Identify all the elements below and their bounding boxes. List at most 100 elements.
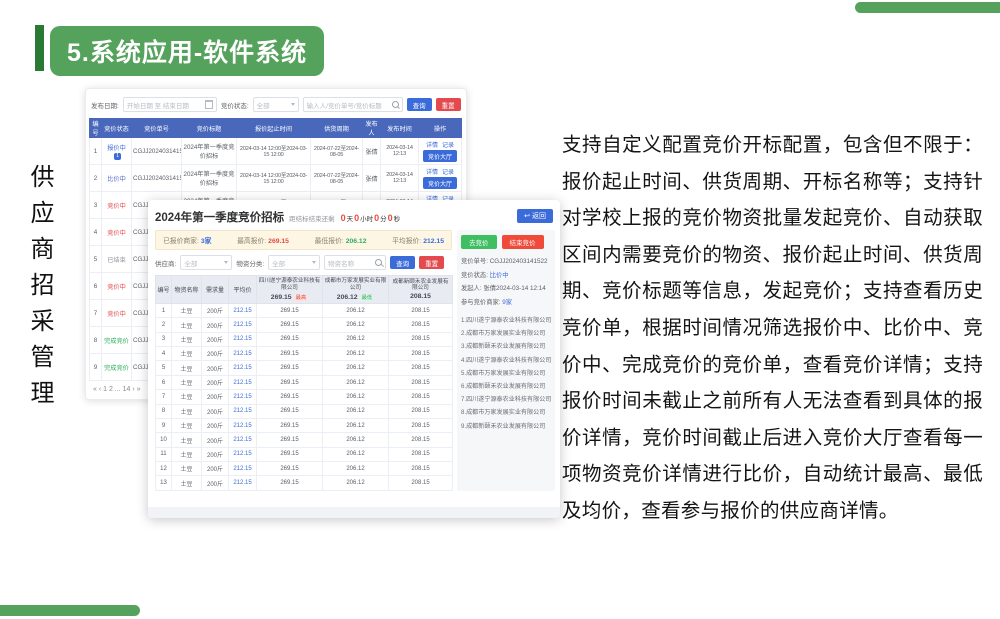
column-header: 竞价状态	[102, 119, 132, 138]
material-name-cell: 土豆	[172, 303, 202, 317]
row-number-cell: 3	[156, 332, 172, 346]
actions-cell: 详情记录竞价大厅	[419, 138, 462, 165]
status-cell: 比价中	[102, 165, 132, 192]
table-row: 5土豆200斤212.15269.15206.12208.15	[156, 361, 453, 375]
supplier-price-cell: 269.15	[257, 390, 323, 404]
bid-hall-button[interactable]: 竞价大厅	[423, 150, 457, 162]
supply-period-cell: 2024-07-22至2024-08-05	[311, 138, 363, 165]
list-search-input[interactable]: 输入人/竞价单号/竞价标题	[303, 97, 403, 112]
info-label: 发起人:	[461, 285, 483, 292]
table-row: 3土豆200斤212.15269.15206.12208.15	[156, 332, 453, 346]
end-bid-button[interactable]: 结束竞价	[502, 235, 544, 249]
material-name-cell: 土豆	[172, 318, 202, 332]
column-header: 平均价	[229, 276, 257, 304]
material-name-cell: 土豆	[172, 404, 202, 418]
table-row: 12土豆200斤212.15269.15206.12208.15	[156, 462, 453, 476]
column-header: 竞价单号	[132, 119, 182, 138]
supplier-price-cell: 269.15	[257, 404, 323, 418]
back-button[interactable]: ↩ 返回	[517, 209, 553, 223]
info-line: 竞价状态: 比价中	[461, 269, 551, 283]
info-line: 参与竞价商家: 9家	[461, 296, 551, 310]
average-price-cell: 212.15	[229, 447, 257, 461]
info-value: 比价中	[490, 272, 509, 279]
presentation-slide: 5.系统应用-软件系统 供应商招采管理 发布日期: 开始日期 至 结束日期 竞价…	[0, 0, 1000, 619]
status-select-value: 全部	[257, 100, 270, 110]
quantity-cell: 200斤	[202, 462, 229, 476]
supplier-price-cell: 206.12	[323, 418, 389, 432]
supplier-list-item: 7.四川遂宁源泰农业科技有限公司	[461, 393, 551, 406]
price-compare-table: 编号物资名称需求量平均价四川遂宁源泰农业科技有限公司269.15最高成都市万家发…	[155, 275, 453, 491]
publisher-cell: 张倩	[363, 165, 381, 192]
reset-button[interactable]: 重置	[436, 98, 461, 111]
row-number-cell: 9	[156, 418, 172, 432]
supplier-price-cell: 269.15	[257, 361, 323, 375]
supplier-price-cell: 208.15	[389, 375, 453, 389]
supplier-price-cell: 206.12	[323, 476, 389, 490]
supplier-list-item: 6.成都新颐禾农业发展有限公司	[461, 380, 551, 393]
info-value: 9家	[502, 299, 512, 306]
bid-hall-button[interactable]: 竞价大厅	[423, 177, 457, 189]
status-text: 竞价中	[107, 311, 126, 318]
average-price-cell: 212.15	[229, 390, 257, 404]
material-name-cell: 土豆	[172, 375, 202, 389]
row-number-cell: 13	[156, 476, 172, 490]
supplier-price-cell: 208.15	[389, 418, 453, 432]
column-header: 竞价标题	[182, 119, 237, 138]
category-select[interactable]: 全部	[268, 255, 320, 270]
row-number-cell: 6	[90, 273, 102, 300]
stat-item: 平均报价:212.15	[392, 235, 444, 245]
action-link[interactable]: 详情	[426, 143, 438, 149]
status-cell: 完成竞价	[102, 354, 132, 381]
info-line: 发起人: 张倩2024-03-14 12:14	[461, 282, 551, 296]
supplier-name: 成都新颐禾农业发展有限公司	[390, 279, 451, 293]
query-button[interactable]: 查询	[407, 98, 432, 111]
query-button[interactable]: 查询	[390, 256, 415, 269]
supplier-price-cell: 208.15	[389, 390, 453, 404]
detail-side-panel: 去竞价 结束竞价 竞价单号: CGJJ202403141522竞价状态: 比价中…	[457, 230, 555, 491]
supplier-select[interactable]: 全部	[180, 255, 232, 270]
supplier-name: 成都市万家发展实业有限公司	[324, 278, 387, 292]
supplier-column-header: 成都新颐禾农业发展有限公司208.15	[389, 276, 453, 304]
supplier-price-cell: 206.12	[323, 332, 389, 346]
action-link[interactable]: 记录	[442, 170, 454, 176]
top-right-decoration-bar	[855, 2, 1000, 13]
go-bid-button[interactable]: 去竞价	[461, 235, 497, 249]
price-badge: 最高	[294, 295, 309, 301]
supplier-price-cell: 206.12	[323, 347, 389, 361]
chevron-down-icon	[291, 103, 295, 106]
action-link[interactable]: 记录	[442, 143, 454, 149]
supplier-list-item: 9.成都新颐禾农业发展有限公司	[461, 420, 551, 433]
supplier-column-header: 四川遂宁源泰农业科技有限公司269.15最高	[257, 276, 323, 304]
status-select[interactable]: 全部	[253, 97, 299, 112]
reset-button[interactable]: 重置	[419, 256, 444, 269]
supplier-list-item: 1.四川遂宁源泰农业科技有限公司	[461, 314, 551, 327]
quote-time-cell: 2024-03-14 12:00至2024-03-15 12:00	[237, 138, 311, 165]
supplier-list-item: 3.成都新颐禾农业发展有限公司	[461, 340, 551, 353]
supplier-price-cell: 206.12	[323, 318, 389, 332]
stat-value: 269.15	[268, 238, 289, 245]
countdown-unit: 小时	[360, 216, 373, 223]
material-search-input[interactable]: 物资名称	[324, 255, 386, 270]
supplier-price: 206.12	[337, 294, 358, 301]
date-range-input[interactable]: 开始日期 至 结束日期	[123, 97, 217, 112]
average-price-cell: 212.15	[229, 361, 257, 375]
quantity-cell: 200斤	[202, 404, 229, 418]
action-link[interactable]: 详情	[426, 170, 438, 176]
table-row: 7土豆200斤212.15269.15206.12208.15	[156, 390, 453, 404]
material-name-cell: 土豆	[172, 433, 202, 447]
supplier-price: 269.15	[271, 294, 292, 301]
column-header: 发布时间	[381, 119, 419, 138]
material-name-cell: 土豆	[172, 332, 202, 346]
row-number-cell: 4	[90, 219, 102, 246]
quantity-cell: 200斤	[202, 418, 229, 432]
supplier-list-item: 4.四川遂宁源泰农业科技有限公司	[461, 354, 551, 367]
column-header: 报价起止时间	[237, 119, 311, 138]
detail-header: 2024年第一季度竞价招标 距结标结束还剩 0天0小时0分0秒	[155, 206, 554, 230]
table-row: 2土豆200斤212.15269.15206.12208.15	[156, 318, 453, 332]
table-row: 6土豆200斤212.15269.15206.12208.15	[156, 375, 453, 389]
detail-body: 已报价商家:3家最高报价:269.15最低报价:206.12平均报价:212.1…	[155, 230, 554, 491]
stat-item: 最低报价:206.12	[315, 235, 367, 245]
quantity-cell: 200斤	[202, 390, 229, 404]
quantity-cell: 200斤	[202, 447, 229, 461]
stat-label: 最高报价:	[237, 238, 266, 245]
